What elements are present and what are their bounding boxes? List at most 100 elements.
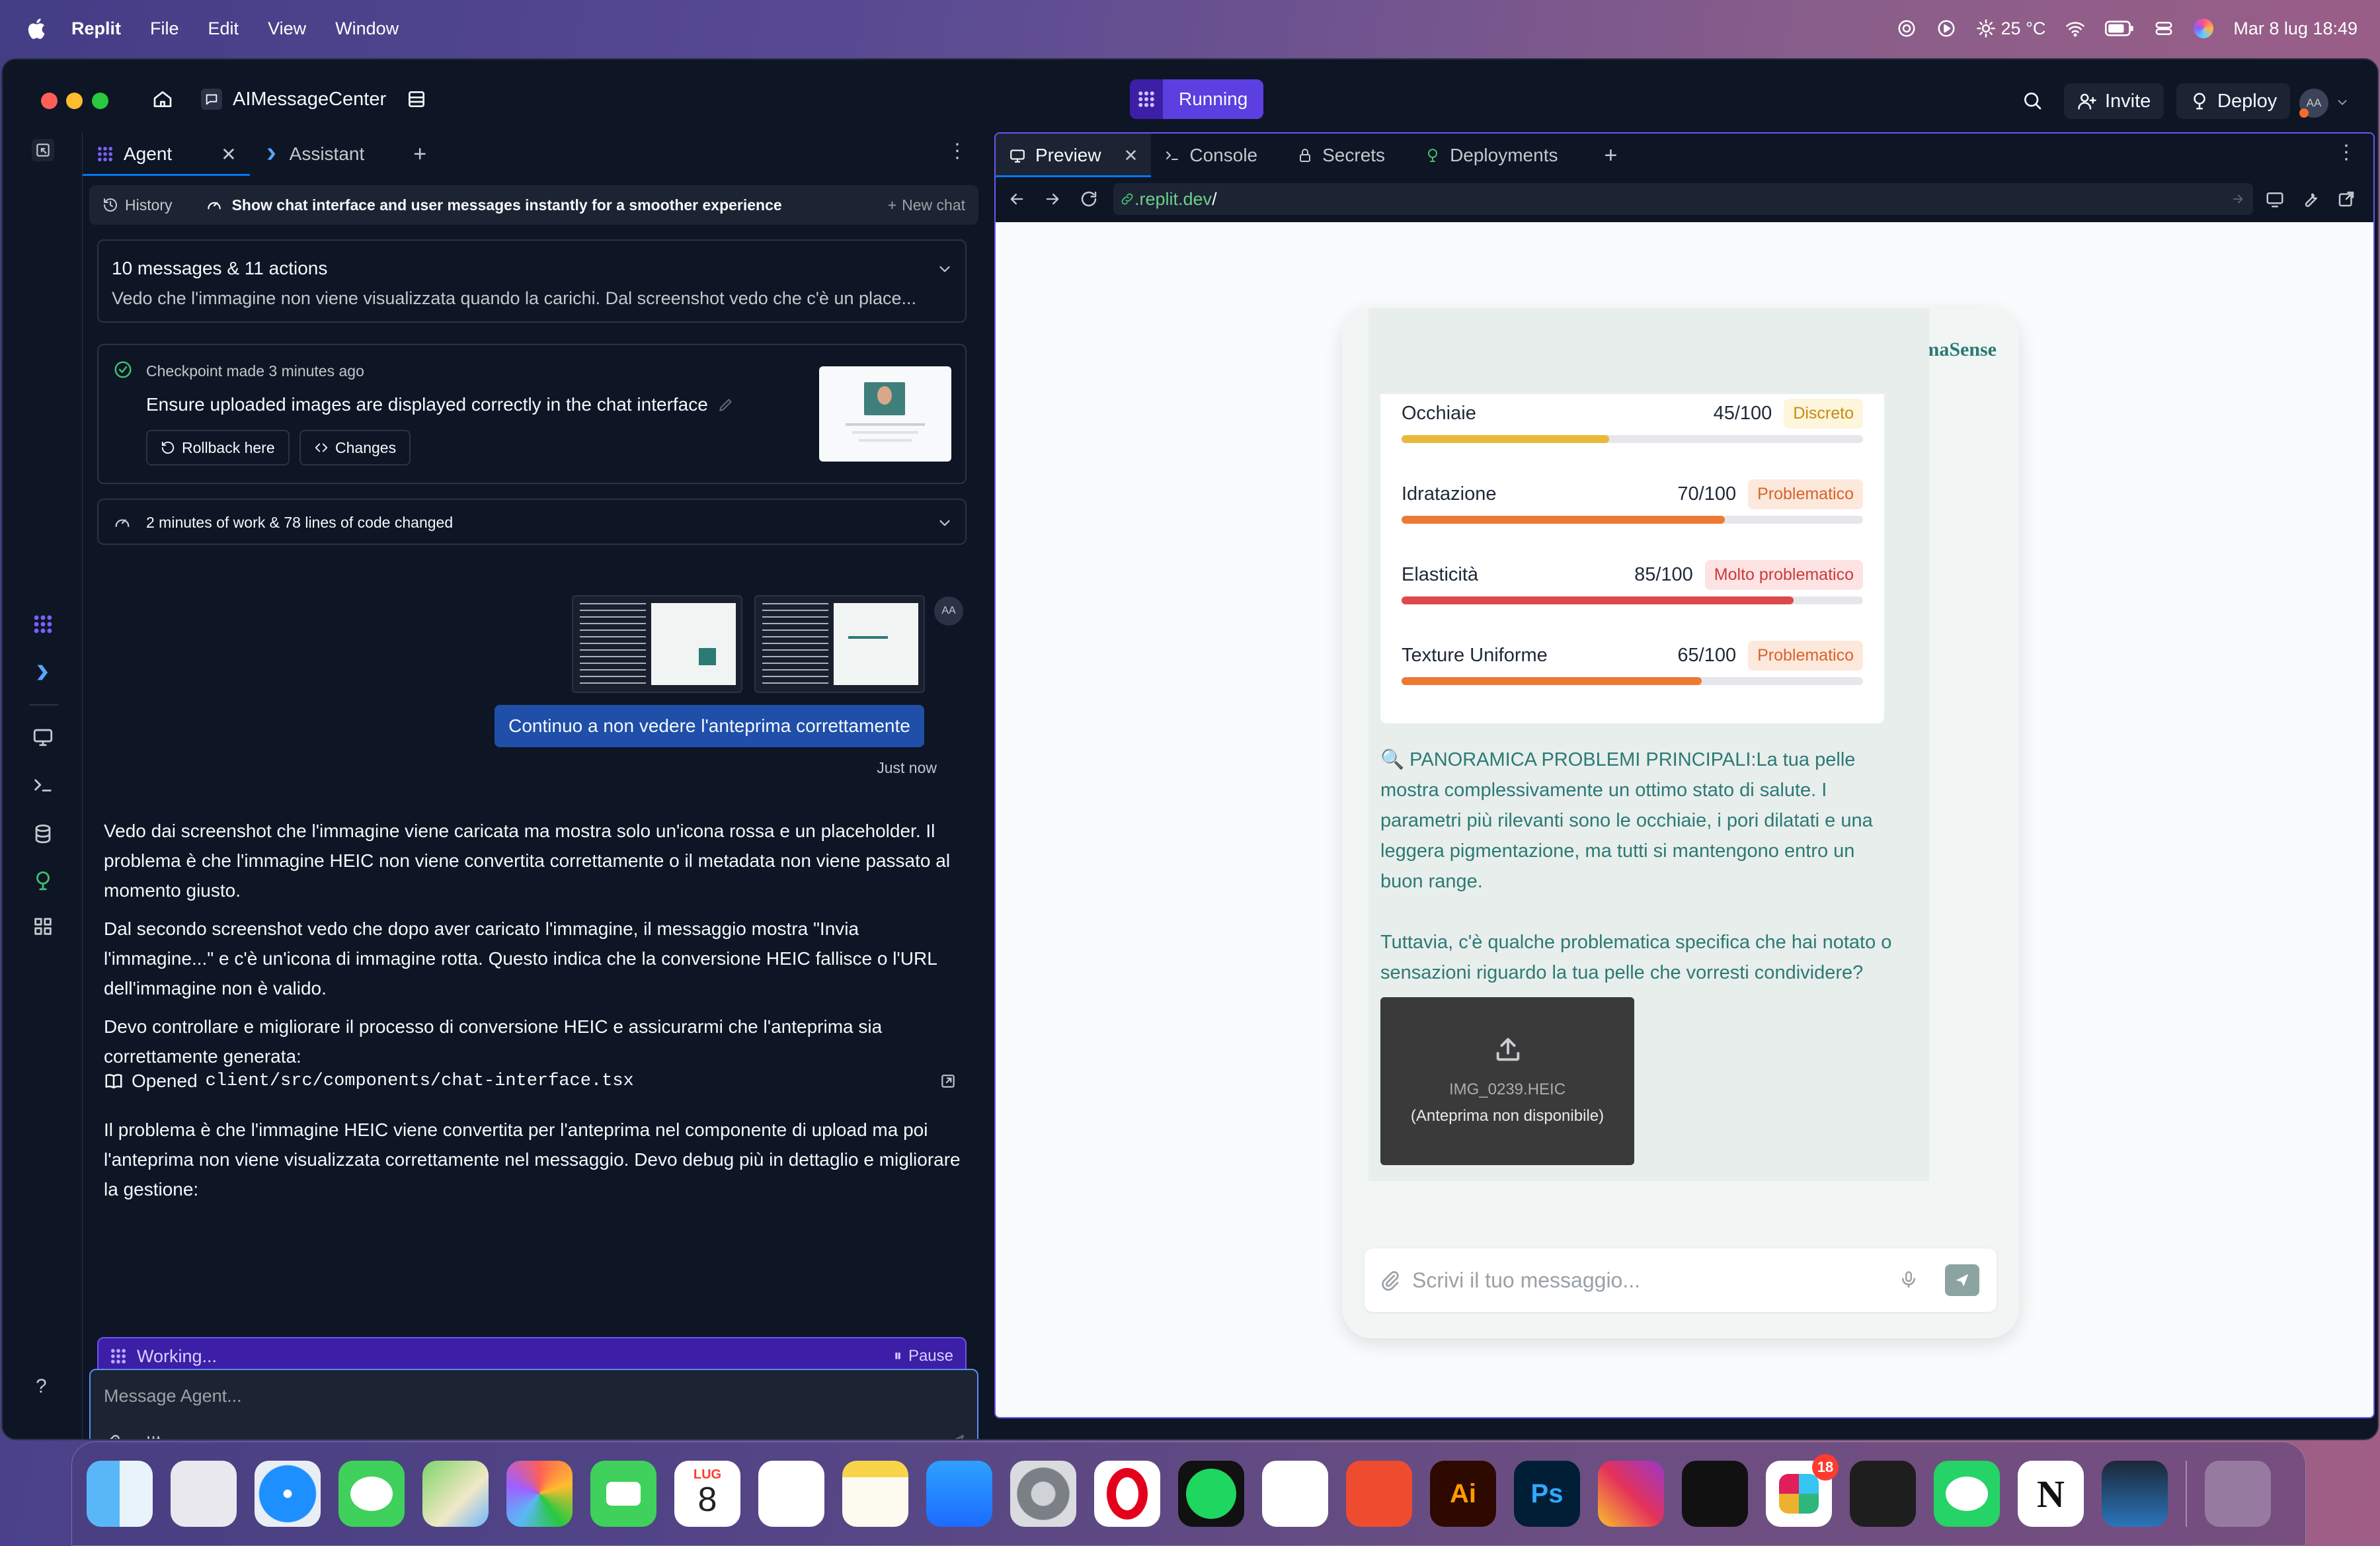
settings-sliders-icon[interactable] (143, 1434, 163, 1440)
appstore-icon[interactable] (926, 1461, 992, 1527)
help-icon[interactable]: ? (36, 1375, 47, 1398)
chatgpt-icon[interactable] (1262, 1461, 1328, 1527)
wifi-icon[interactable] (2065, 19, 2085, 38)
work-summary[interactable]: 2 minutes of work & 78 lines of code cha… (97, 499, 967, 545)
notion-icon[interactable]: N (2018, 1461, 2084, 1527)
more-icon[interactable]: ⋮ (2336, 143, 2356, 163)
menu-edit[interactable]: Edit (208, 19, 239, 39)
menu-view[interactable]: View (268, 19, 306, 39)
paperclip-icon[interactable] (102, 1434, 121, 1440)
control-center-icon[interactable] (2154, 19, 2174, 38)
chevron-down-icon[interactable] (2335, 95, 2350, 110)
spotify-icon[interactable] (1178, 1461, 1244, 1527)
all-tools-icon[interactable] (32, 915, 54, 938)
project-name[interactable]: AIMessageCenter (233, 89, 386, 110)
trash-icon[interactable] (2205, 1461, 2271, 1527)
photos-icon[interactable] (506, 1461, 573, 1527)
open-file-icon[interactable] (939, 1073, 957, 1090)
minimize-window-button[interactable] (66, 93, 83, 109)
devtools-icon[interactable] (2301, 189, 2320, 209)
user-screenshot-2[interactable] (754, 595, 925, 693)
device-icon[interactable] (2265, 189, 2285, 209)
console-rail-icon[interactable] (32, 774, 54, 796)
close-tab-icon[interactable]: ✕ (221, 143, 236, 165)
chat-send-button[interactable] (1945, 1264, 1979, 1296)
agent-message-input[interactable]: Message Agent... (89, 1369, 978, 1440)
summary-card[interactable]: 10 messages & 11 actions Vedo che l'imma… (97, 239, 967, 323)
checkpoint-thumbnail[interactable] (819, 366, 951, 462)
threads-icon[interactable] (1682, 1461, 1748, 1527)
new-tab-icon[interactable] (32, 139, 54, 161)
messages-icon[interactable] (338, 1461, 405, 1527)
finder-icon[interactable] (87, 1461, 153, 1527)
instagram-icon[interactable] (1598, 1461, 1664, 1527)
user-avatar[interactable]: AA (2299, 89, 2328, 118)
whatsapp-icon[interactable] (1934, 1461, 2000, 1527)
photoshop-icon[interactable]: Ps (1514, 1461, 1580, 1527)
battery-icon[interactable] (2105, 19, 2134, 38)
forward-icon[interactable] (1043, 190, 1062, 208)
play-icon[interactable] (1936, 19, 1956, 38)
menu-file[interactable]: File (150, 19, 179, 39)
home-icon[interactable] (152, 89, 173, 110)
url-field[interactable]: .replit.dev / (1113, 183, 2253, 215)
back-icon[interactable] (1008, 190, 1026, 208)
invite-button[interactable]: Invite (2064, 83, 2164, 119)
add-tab-icon[interactable]: + (413, 142, 426, 167)
history-button[interactable]: History (102, 196, 173, 214)
menu-window[interactable]: Window (335, 19, 399, 39)
agent-rail-icon[interactable] (32, 613, 54, 635)
database-rail-icon[interactable] (32, 823, 54, 845)
siri-icon[interactable] (2194, 19, 2214, 38)
paperclip-icon[interactable] (1379, 1270, 1400, 1291)
rollback-button[interactable]: Rollback here (146, 430, 290, 466)
menu-app-name[interactable]: Replit (71, 19, 121, 39)
chevron-down-icon[interactable] (936, 514, 953, 532)
add-tab-icon[interactable]: + (1604, 143, 1617, 169)
chat-input-bar[interactable]: Scrivi il tuo messaggio... (1365, 1248, 1997, 1312)
vpn-icon[interactable] (1897, 19, 1917, 38)
edit-icon[interactable] (717, 396, 734, 413)
tab-assistant[interactable]: Assistant (250, 132, 378, 176)
close-window-button[interactable] (41, 93, 58, 109)
clock[interactable]: Mar 8 lug 18:49 (2233, 19, 2358, 39)
steam-icon[interactable] (2102, 1461, 2168, 1527)
safari-icon[interactable] (255, 1461, 321, 1527)
run-button[interactable]: Running (1130, 79, 1264, 119)
maps-icon[interactable] (422, 1461, 489, 1527)
user-screenshot-1[interactable] (572, 595, 742, 693)
opened-file-action[interactable]: Opened client/src/components/chat-interf… (104, 1066, 963, 1096)
external-link-icon[interactable] (2336, 189, 2356, 209)
preview-rail-icon[interactable] (32, 725, 54, 748)
zoom-window-button[interactable] (92, 93, 108, 109)
chevron-down-icon[interactable] (936, 261, 953, 278)
settings-icon[interactable] (1010, 1461, 1076, 1527)
database-view-icon[interactable] (406, 89, 427, 110)
app-icon[interactable] (1346, 1461, 1412, 1527)
tab-preview[interactable]: Preview ✕ (996, 134, 1152, 177)
weather-temperature[interactable]: 25 °C (2001, 19, 2046, 39)
new-chat-button[interactable]: + New chat (888, 196, 965, 214)
close-tab-icon[interactable]: ✕ (1124, 145, 1138, 166)
apple-icon[interactable] (25, 17, 46, 40)
launchpad-icon[interactable] (171, 1461, 237, 1527)
thread-title[interactable]: Show chat interface and user messages in… (206, 196, 782, 214)
reload-icon[interactable] (1079, 189, 1099, 209)
facetime-icon[interactable] (590, 1461, 656, 1527)
tab-agent[interactable]: Agent ✕ (83, 132, 250, 176)
send-icon[interactable] (945, 1432, 967, 1440)
illustrator-icon[interactable]: Ai (1430, 1461, 1496, 1527)
pause-button[interactable]: ⏸ Pause (894, 1347, 953, 1365)
calendar-icon[interactable]: LUG 8 (674, 1461, 740, 1527)
sun-icon[interactable] (1976, 19, 1996, 38)
more-icon[interactable]: ⋮ (947, 142, 967, 161)
deployments-rail-icon[interactable] (32, 870, 54, 892)
figma-icon[interactable] (1850, 1461, 1916, 1527)
tab-console[interactable]: Console (1151, 134, 1271, 177)
changes-button[interactable]: Changes (299, 430, 411, 466)
tab-deployments[interactable]: Deployments (1411, 134, 1571, 177)
tab-secrets[interactable]: Secrets (1284, 134, 1398, 177)
deploy-button[interactable]: Deploy (2176, 83, 2291, 119)
opera-icon[interactable] (1094, 1461, 1160, 1527)
assistant-rail-icon[interactable] (32, 661, 54, 684)
